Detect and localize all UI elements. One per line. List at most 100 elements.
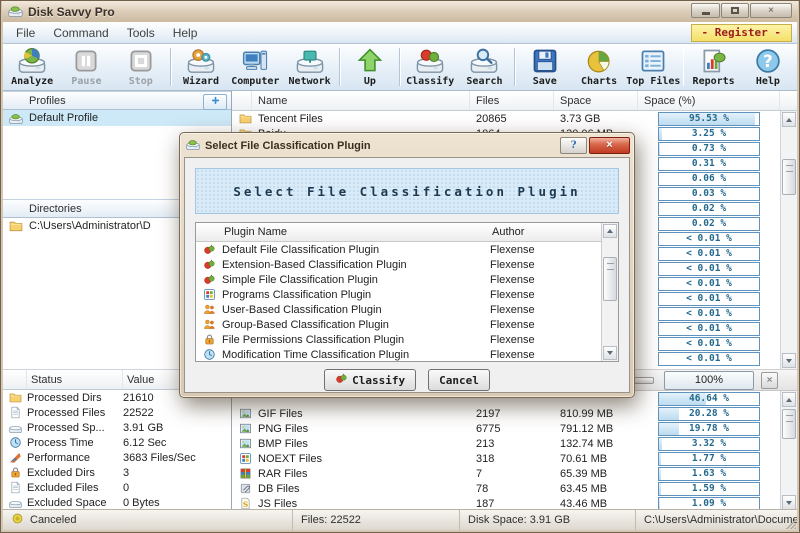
zoom-close-button[interactable]: × bbox=[761, 372, 778, 389]
scroll-down-icon[interactable] bbox=[603, 346, 617, 360]
scrollbar-thumb[interactable] bbox=[782, 159, 796, 195]
add-profile-button[interactable] bbox=[203, 94, 227, 110]
toolbar-button-pause[interactable]: Pause bbox=[59, 45, 113, 89]
plugin-row[interactable]: Default File Classification PluginFlexen… bbox=[196, 242, 602, 257]
classification-table-scrollbar[interactable] bbox=[780, 391, 797, 511]
dot-icon bbox=[11, 512, 24, 525]
scroll-up-icon[interactable] bbox=[782, 392, 796, 407]
plugin-name-column-header[interactable]: Plugin Name bbox=[222, 226, 490, 238]
classify-icon bbox=[416, 47, 444, 75]
plugin-row[interactable]: Programs Classification PluginFlexense bbox=[196, 287, 602, 302]
status-row[interactable]: Processed Files22522 bbox=[3, 405, 231, 420]
files-table-row[interactable]: Tencent Files208653.73 GB95.53 % bbox=[232, 111, 780, 126]
plugin-author: Flexense bbox=[490, 259, 602, 271]
minimize-button[interactable] bbox=[691, 3, 720, 18]
files-table-header: Name Files Space Space (%) bbox=[232, 91, 797, 111]
scrollbar-thumb[interactable] bbox=[603, 257, 617, 301]
space-percent-value: 46.64 % bbox=[659, 393, 759, 405]
dialog-close-button[interactable]: × bbox=[589, 137, 630, 154]
toolbar-button-help[interactable]: ?Help bbox=[741, 45, 795, 89]
toolbar-button-classify[interactable]: Classify bbox=[403, 45, 457, 89]
plugin-row[interactable]: Modification Time Classification PluginF… bbox=[196, 347, 602, 362]
plus-icon bbox=[210, 95, 221, 109]
classification-table-row[interactable]: GIF Files2197810.99 MB20.28 % bbox=[232, 406, 780, 421]
menu-item-file[interactable]: File bbox=[7, 23, 44, 43]
status-header: Status bbox=[27, 370, 123, 389]
scroll-up-icon[interactable] bbox=[603, 224, 617, 238]
dialog-app-icon bbox=[186, 137, 200, 154]
app-window: Disk Savvy Pro × FileCommandToolsHelp - … bbox=[0, 0, 800, 533]
files-column-header[interactable]: Files bbox=[470, 91, 554, 110]
status-label: Excluded Dirs bbox=[27, 467, 123, 479]
menu-item-help[interactable]: Help bbox=[164, 23, 207, 43]
space-column-header[interactable]: Space bbox=[554, 91, 638, 110]
zoom-level-button[interactable]: 100% bbox=[664, 371, 754, 390]
classification-table-body: 46.64 %GIF Files2197810.99 MB20.28 %PNG … bbox=[232, 391, 780, 511]
dialog-actions: Classify Cancel bbox=[185, 362, 629, 398]
plugin-row[interactable]: File Permissions Classification PluginFl… bbox=[196, 332, 602, 347]
dialog-banner: Select File Classification Plugin bbox=[195, 168, 619, 214]
menu-item-command[interactable]: Command bbox=[44, 23, 117, 43]
menu-item-tools[interactable]: Tools bbox=[118, 23, 164, 43]
toolbar-button-analyze[interactable]: Analyze bbox=[5, 45, 59, 89]
zoom-slider-handle[interactable] bbox=[634, 377, 654, 384]
close-button[interactable]: × bbox=[750, 3, 792, 18]
toolbar-button-network[interactable]: Network bbox=[282, 45, 336, 89]
plugin-row[interactable]: Group-Based Classification PluginFlexens… bbox=[196, 317, 602, 332]
status-row[interactable]: Processed Sp...3.91 GB bbox=[3, 420, 231, 435]
scrollbar-thumb[interactable] bbox=[782, 409, 796, 439]
toolbar-button-stop[interactable]: Stop bbox=[114, 45, 168, 89]
scroll-down-icon[interactable] bbox=[782, 495, 796, 510]
scroll-down-icon[interactable] bbox=[782, 353, 796, 368]
status-row[interactable]: Process Time6.12 Sec bbox=[3, 435, 231, 450]
maximize-button[interactable] bbox=[721, 3, 749, 18]
toolbar-button-reports[interactable]: Reports bbox=[686, 45, 740, 89]
toolbar-button-up[interactable]: Up bbox=[343, 45, 397, 89]
status-row[interactable]: Performance3683 Files/Sec bbox=[3, 450, 231, 465]
dialog-help-button[interactable]: ? bbox=[560, 137, 587, 154]
file-name: RAR Files bbox=[252, 468, 470, 480]
classification-table-row[interactable]: RAR Files765.39 MB1.63 % bbox=[232, 466, 780, 481]
status-row[interactable]: Excluded Dirs3 bbox=[3, 465, 231, 480]
plugin-row[interactable]: Extension-Based Classification PluginFle… bbox=[196, 257, 602, 272]
classification-table-row[interactable]: PNG Files6775791.12 MB19.78 % bbox=[232, 421, 780, 436]
classify-button[interactable]: Classify bbox=[324, 369, 416, 391]
dialog-client-area: Select File Classification Plugin Plugin… bbox=[184, 157, 630, 393]
files-table-scrollbar[interactable] bbox=[780, 111, 797, 369]
scroll-up-icon[interactable] bbox=[782, 112, 796, 127]
plugin-list-scrollbar[interactable] bbox=[601, 223, 618, 361]
space-percent-column-header[interactable]: Space (%) bbox=[638, 91, 780, 110]
classification-table-row[interactable]: DB Files7863.45 MB1.59 % bbox=[232, 481, 780, 496]
file-count: 78 bbox=[470, 483, 554, 495]
author-column-header[interactable]: Author bbox=[490, 226, 602, 238]
toolbar-button-computer[interactable]: Computer bbox=[228, 45, 282, 89]
status-label: Processed Sp... bbox=[27, 422, 123, 434]
toolbar-button-search[interactable]: Search bbox=[457, 45, 511, 89]
status-label: Processed Dirs bbox=[27, 392, 123, 404]
profile-item[interactable]: Default Profile bbox=[3, 110, 231, 126]
network-icon bbox=[296, 47, 324, 75]
space-percent-bar: 0.02 % bbox=[658, 217, 760, 231]
drive-icon bbox=[9, 421, 22, 434]
file-count: 6775 bbox=[470, 423, 554, 435]
plugin-author: Flexense bbox=[490, 304, 602, 316]
status-row[interactable]: Excluded Files0 bbox=[3, 480, 231, 495]
register-button[interactable]: - Register - bbox=[691, 24, 792, 42]
dart-icon bbox=[9, 451, 22, 464]
plugin-row[interactable]: User-Based Classification PluginFlexense bbox=[196, 302, 602, 317]
toolbar-button-wizard[interactable]: Wizard bbox=[174, 45, 228, 89]
plugin-row[interactable]: Simple File Classification PluginFlexens… bbox=[196, 272, 602, 287]
computer-icon bbox=[241, 47, 269, 75]
classification-table-row[interactable]: NOEXT Files31870.61 MB1.77 % bbox=[232, 451, 780, 466]
status-row[interactable]: Excluded Space0 Bytes bbox=[3, 495, 231, 510]
name-column-header[interactable]: Name bbox=[252, 91, 470, 110]
cancel-button[interactable]: Cancel bbox=[428, 369, 490, 391]
toolbar-button-save[interactable]: Save bbox=[518, 45, 572, 89]
space-percent-bar: < 0.01 % bbox=[658, 337, 760, 351]
toolbar-button-top-files[interactable]: Top Files bbox=[626, 45, 680, 89]
toolbar-button-charts[interactable]: Charts bbox=[572, 45, 626, 89]
classification-table-row[interactable]: BMP Files213132.74 MB3.32 % bbox=[232, 436, 780, 451]
space-percent-value: 1.63 % bbox=[659, 468, 759, 480]
status-path-segment: C:\Users\Administrator\Documents bbox=[636, 510, 797, 530]
resize-grip[interactable] bbox=[786, 519, 796, 529]
